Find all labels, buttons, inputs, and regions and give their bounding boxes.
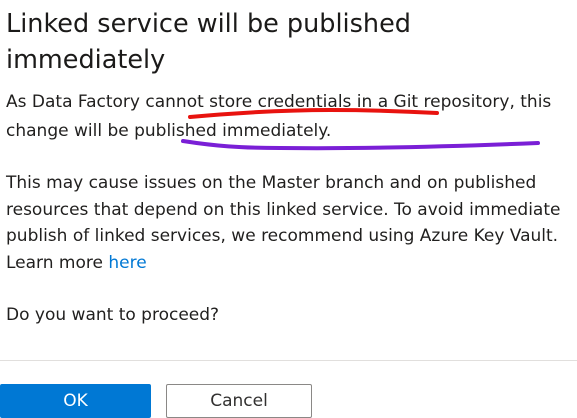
impact-description: This may cause issues on the Master bran…: [6, 170, 577, 276]
dialog-title: Linked service will be published immedia…: [6, 9, 411, 75]
publish-confirmation-dialog: Linked service will be published immedia…: [0, 0, 577, 418]
impact-description-text: This may cause issues on the Master bran…: [6, 173, 561, 273]
cancel-button[interactable]: Cancel: [166, 384, 312, 418]
ok-button[interactable]: OK: [0, 384, 151, 418]
proceed-question: Do you want to proceed?: [6, 305, 220, 325]
credentials-warning-text: As Data Factory cannot store credentials…: [6, 92, 552, 141]
footer-divider: [0, 360, 577, 361]
learn-more-link[interactable]: here: [108, 253, 146, 273]
